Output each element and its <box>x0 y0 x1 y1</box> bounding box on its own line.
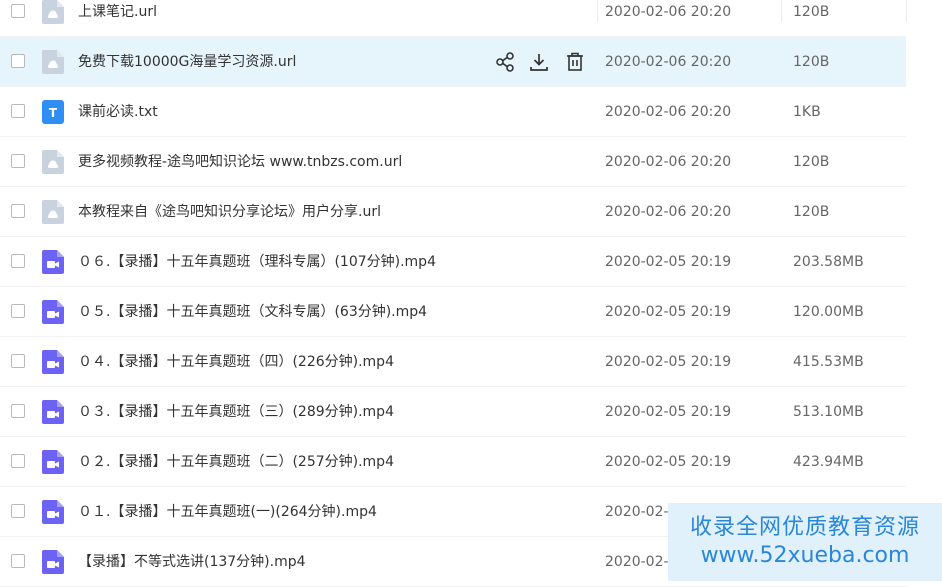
download-icon[interactable] <box>527 50 551 74</box>
row-checkbox[interactable] <box>11 154 25 168</box>
file-name[interactable]: 【录播】不等式选讲(137分钟).mp4 <box>78 537 306 587</box>
file-list: 上课笔记.url 2020-02-06 20:20 120B 免费下载10000G海量… <box>0 0 942 587</box>
video-file-icon <box>42 350 64 374</box>
column-divider <box>781 0 782 22</box>
video-file-icon <box>42 300 64 324</box>
row-checkbox[interactable] <box>11 254 25 268</box>
file-date: 2020-02-05 20:19 <box>605 304 732 320</box>
file-name[interactable]: 本教程来自《途鸟吧知识分享论坛》用户分享.url <box>78 187 381 237</box>
file-date: 2020-02-06 20:20 <box>605 204 732 220</box>
file-name[interactable]: 上课笔记.url <box>78 0 157 37</box>
file-row[interactable]: T 课前必读.txt 2020-02-06 20:20 1KB <box>0 87 906 137</box>
file-date: 2020-02-05 20:19 <box>605 254 732 270</box>
row-checkbox[interactable] <box>11 104 25 118</box>
column-divider <box>597 0 598 22</box>
watermark-line2: www.52xueba.com <box>700 543 910 568</box>
file-row[interactable]: 免费下载10000G海量学习资源.url 2020-02-06 20:20 120B <box>0 37 906 87</box>
file-date: 2020-02-06 20:20 <box>605 154 732 170</box>
file-size: 423.94MB <box>793 454 864 470</box>
video-file-icon <box>42 250 64 274</box>
file-size: 120B <box>793 154 830 170</box>
share-icon[interactable] <box>494 50 518 74</box>
file-size: 415.53MB <box>793 354 864 370</box>
row-checkbox[interactable] <box>11 404 25 418</box>
file-row[interactable]: ０５.【录播】十五年真题班（文科专属）(63分钟).mp4 2020-02-05 … <box>0 287 906 337</box>
file-row[interactable]: ０２.【录播】十五年真题班（二）(257分钟).mp4 2020-02-05 20… <box>0 437 906 487</box>
file-row[interactable]: ０６.【录播】十五年真题班（理科专属）(107分钟).mp4 2020-02-05… <box>0 237 906 287</box>
file-size: 513.10MB <box>793 404 864 420</box>
file-row[interactable]: 更多视频教程-途鸟吧知识论坛 www.tnbzs.com.url 2020-02-… <box>0 137 906 187</box>
file-date: 2020-02-06 20:20 <box>605 54 732 70</box>
watermark-line1: 收录全网优质教育资源 <box>689 515 920 540</box>
row-checkbox[interactable] <box>11 354 25 368</box>
url-file-icon <box>42 150 64 174</box>
svg-text:T: T <box>49 106 58 120</box>
column-divider <box>906 0 907 22</box>
file-size: 1KB <box>793 104 821 120</box>
video-file-icon <box>42 450 64 474</box>
file-name[interactable]: ０１.【录播】十五年真题班(一)(264分钟).mp4 <box>78 487 377 537</box>
file-size: 120B <box>793 54 830 70</box>
row-checkbox[interactable] <box>11 554 25 568</box>
watermark: 收录全网优质教育资源 www.52xueba.com <box>668 503 942 581</box>
video-file-icon <box>42 400 64 424</box>
url-file-icon <box>42 200 64 224</box>
row-checkbox[interactable] <box>11 504 25 518</box>
file-name[interactable]: ０６.【录播】十五年真题班（理科专属）(107分钟).mp4 <box>78 237 436 287</box>
row-checkbox[interactable] <box>11 304 25 318</box>
txt-file-icon: T <box>42 100 64 124</box>
url-file-icon <box>42 50 64 74</box>
file-name[interactable]: ０５.【录播】十五年真题班（文科专属）(63分钟).mp4 <box>78 287 427 337</box>
row-checkbox[interactable] <box>11 454 25 468</box>
row-checkbox[interactable] <box>11 4 25 18</box>
file-name[interactable]: 更多视频教程-途鸟吧知识论坛 www.tnbzs.com.url <box>78 137 402 187</box>
file-date: 2020-02- <box>605 504 669 520</box>
file-row[interactable]: 本教程来自《途鸟吧知识分享论坛》用户分享.url 2020-02-06 20:20… <box>0 187 906 237</box>
file-size: 203.58MB <box>793 254 864 270</box>
file-size: 120B <box>793 4 830 20</box>
file-date: 2020-02- <box>605 554 669 570</box>
file-date: 2020-02-06 20:20 <box>605 104 732 120</box>
file-row[interactable]: 上课笔记.url 2020-02-06 20:20 120B <box>0 0 907 37</box>
file-row[interactable]: ０４.【录播】十五年真题班（四）(226分钟).mp4 2020-02-05 20… <box>0 337 906 387</box>
file-name[interactable]: 免费下载10000G海量学习资源.url <box>78 37 296 87</box>
url-file-icon <box>42 0 64 24</box>
file-name[interactable]: ０４.【录播】十五年真题班（四）(226分钟).mp4 <box>78 337 394 387</box>
file-name[interactable]: ０２.【录播】十五年真题班（二）(257分钟).mp4 <box>78 437 394 487</box>
video-file-icon <box>42 500 64 524</box>
video-file-icon <box>42 550 64 574</box>
file-date: 2020-02-05 20:19 <box>605 404 732 420</box>
file-row[interactable]: ０３.【录播】十五年真题班（三）(289分钟).mp4 2020-02-05 20… <box>0 387 906 437</box>
file-size: 120B <box>793 204 830 220</box>
row-checkbox[interactable] <box>11 54 25 68</box>
file-date: 2020-02-06 20:20 <box>605 4 732 20</box>
file-date: 2020-02-05 20:19 <box>605 354 732 370</box>
row-checkbox[interactable] <box>11 204 25 218</box>
file-size: 120.00MB <box>793 304 864 320</box>
trash-icon[interactable] <box>563 50 587 74</box>
file-date: 2020-02-05 20:19 <box>605 454 732 470</box>
file-name[interactable]: 课前必读.txt <box>78 87 158 137</box>
file-name[interactable]: ０３.【录播】十五年真题班（三）(289分钟).mp4 <box>78 387 394 437</box>
